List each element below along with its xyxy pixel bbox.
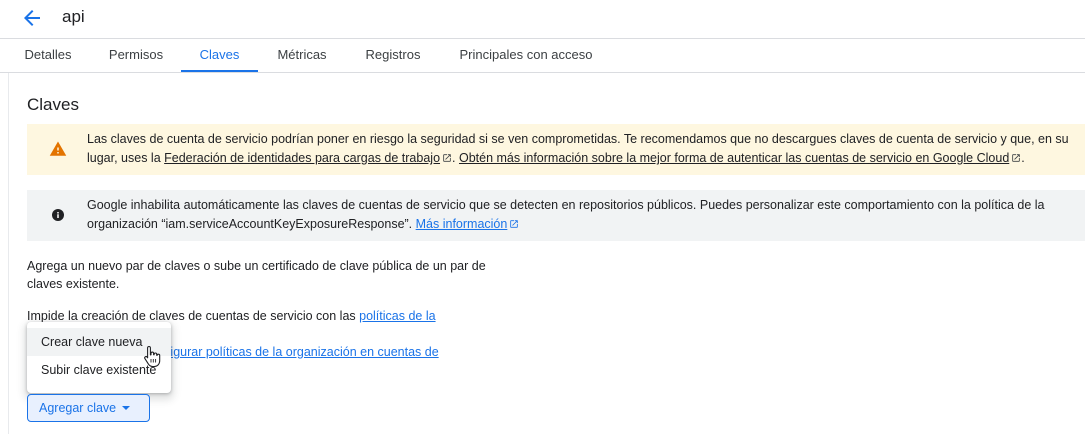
- configure-policies-text: nfigurar políticas de la organización en…: [160, 343, 480, 361]
- warning-icon: [49, 141, 67, 156]
- page-title: api: [62, 7, 85, 26]
- warning-text: Las claves de cuenta de servicio podrían…: [87, 130, 1081, 168]
- configure-org-policies-link[interactable]: nfigurar políticas de la organización en…: [160, 345, 439, 359]
- tab-permisos[interactable]: Permisos: [98, 39, 174, 72]
- arrow-back-icon[interactable]: [20, 6, 44, 30]
- external-link-icon: [510, 220, 519, 228]
- info-icon: [52, 209, 64, 221]
- caret-down-icon: [122, 406, 131, 410]
- tab-claves[interactable]: Claves: [181, 39, 258, 72]
- external-link-icon: [1012, 154, 1021, 162]
- warning-text-mid: .: [452, 151, 459, 165]
- tab-principales-con-acceso[interactable]: Principales con acceso: [450, 39, 602, 72]
- top-bar: api: [0, 0, 1085, 39]
- warning-banner: Las claves de cuenta de servicio podrían…: [27, 124, 1085, 175]
- tab-bar: Detalles Permisos Claves Métricas Regist…: [0, 39, 1085, 73]
- info-text-start: Google inhabilita automáticamente las cl…: [87, 198, 1045, 231]
- prevent-keys-label: Impide la creación de claves de cuentas …: [27, 309, 360, 323]
- federation-link[interactable]: Federación de identidades para cargas de…: [164, 151, 440, 165]
- info-banner: Google inhabilita automáticamente las cl…: [27, 190, 1085, 241]
- add-key-description: Agrega un nuevo par de claves o sube un …: [27, 259, 486, 291]
- info-text: Google inhabilita automáticamente las cl…: [87, 196, 1081, 234]
- more-info-link[interactable]: Más información: [416, 217, 508, 231]
- content-divider: [8, 73, 9, 434]
- add-key-button-label: Agregar clave: [39, 401, 117, 415]
- external-link-icon: [443, 154, 451, 162]
- tab-registros[interactable]: Registros: [353, 39, 433, 72]
- add-key-button[interactable]: Agregar clave: [27, 394, 150, 422]
- tab-detalles[interactable]: Detalles: [12, 39, 84, 72]
- section-title: Claves: [27, 95, 79, 114]
- hand-pointer-cursor-icon: [144, 345, 161, 367]
- warning-text-end: .: [1021, 151, 1025, 165]
- tab-metricas[interactable]: Métricas: [265, 39, 339, 72]
- auth-best-practices-link[interactable]: Obtén más información sobre la mejor for…: [459, 151, 1009, 165]
- org-policies-link[interactable]: políticas de la: [359, 309, 435, 323]
